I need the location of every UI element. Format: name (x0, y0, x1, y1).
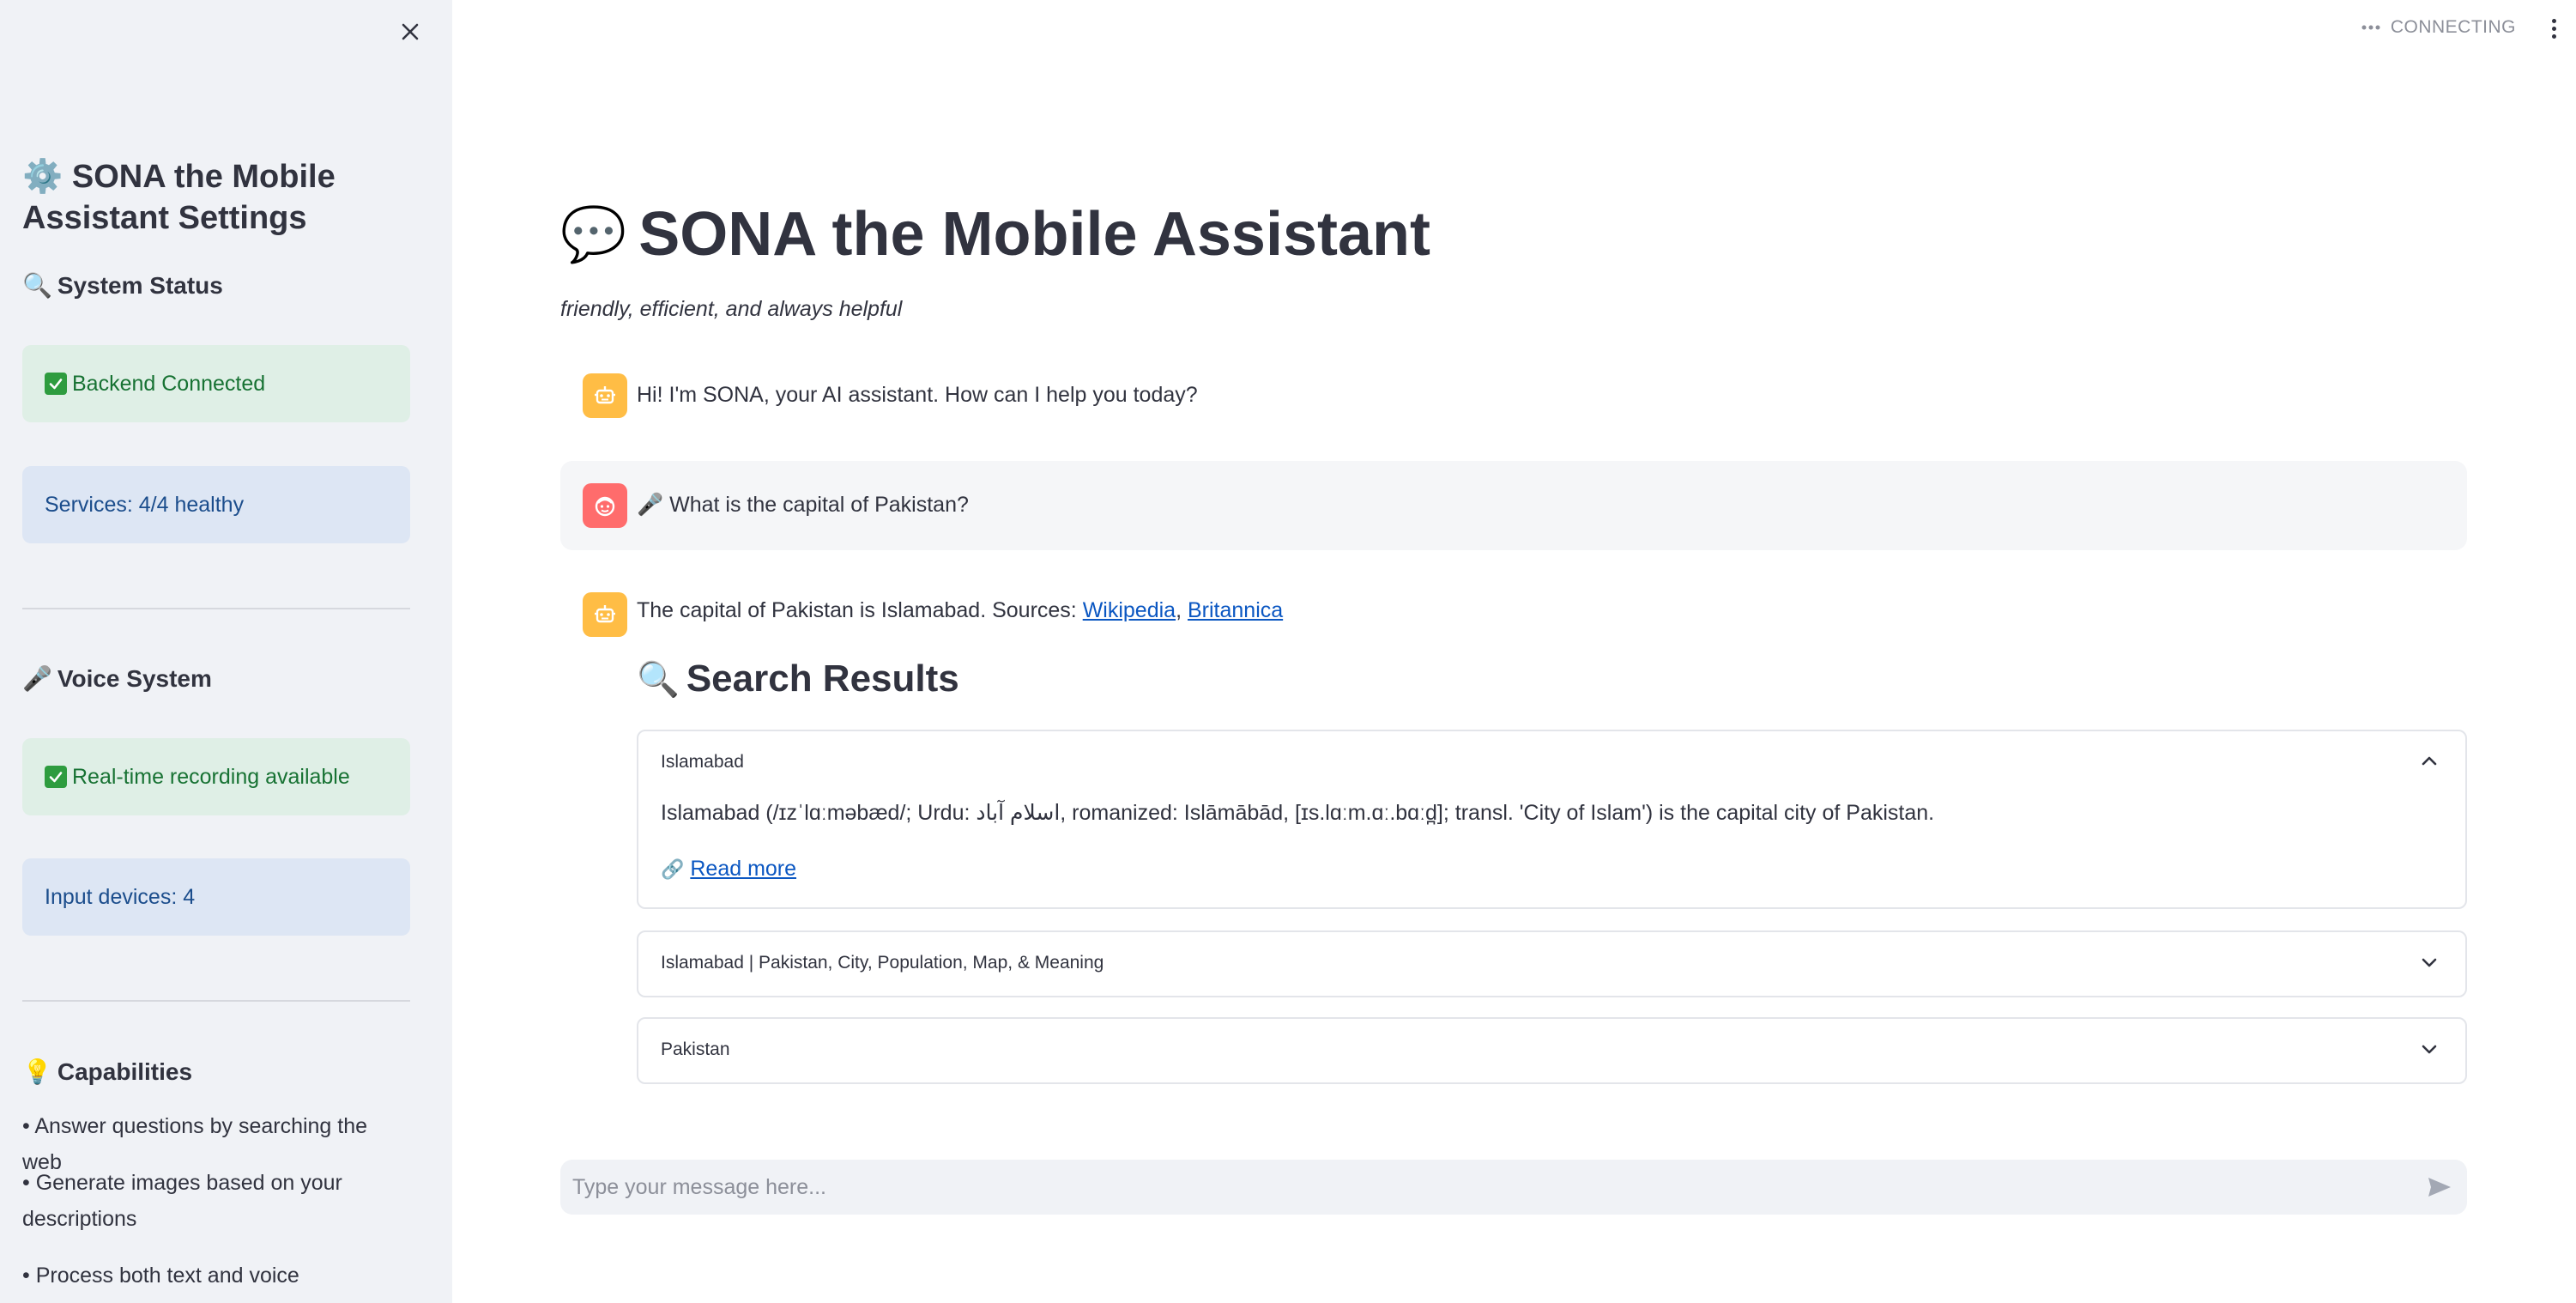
sidebar-title-text: SONA the Mobile Assistant Settings (22, 159, 336, 236)
search-results-heading-text: Search Results (686, 658, 959, 700)
chevron-down-icon[interactable] (2419, 1039, 2440, 1060)
assistant-avatar (583, 592, 627, 637)
search-result-expander[interactable]: Islamabad | Pakistan, City, Population, … (637, 930, 2467, 997)
search-result-expander: Islamabad Islamabad (/ɪzˈlɑːməbæd/; Urdu… (637, 730, 2467, 909)
ellipsis-icon (2361, 25, 2380, 30)
page-title: 💬 SONA the Mobile Assistant (560, 199, 1430, 270)
kebab-dot (2551, 26, 2556, 31)
sidebar-divider (22, 608, 410, 609)
speech-bubble-icon: 💬 (560, 204, 627, 264)
lightbulb-icon: 💡 (22, 1058, 52, 1085)
backend-status-alert: Backend Connected (22, 345, 410, 422)
system-status-heading-text: System Status (57, 271, 223, 299)
assistant-avatar (583, 373, 627, 418)
connection-status-text: CONNECTING (2390, 17, 2516, 37)
search-result-expander[interactable]: Pakistan (637, 1017, 2467, 1084)
voice-system-heading-text: Voice System (57, 664, 212, 692)
chevron-down-icon[interactable] (2419, 953, 2440, 973)
expander-header[interactable]: Pakistan (661, 1039, 730, 1060)
search-results-heading: 🔍 Search Results (637, 658, 959, 700)
capability-item: • Process both text and voice commands (22, 1264, 299, 1303)
page-title-text: SONA the Mobile Assistant (638, 200, 1430, 269)
read-more-row: 🔗 Read more (661, 857, 796, 882)
recording-status-alert: Real-time recording available (22, 738, 410, 815)
expander-header[interactable]: Islamabad (661, 752, 2394, 773)
input-devices-alert: Input devices: 4 (22, 858, 410, 936)
sidebar-title: ⚙️ SONA the Mobile Assistant Settings (22, 156, 410, 239)
link-icon: 🔗 (661, 858, 685, 880)
capability-item: • Generate images based on your descript… (22, 1171, 342, 1231)
close-icon (402, 23, 419, 40)
user-message: 🎤 What is the capital of Pakistan? (637, 493, 969, 518)
gear-icon: ⚙️ (22, 159, 63, 195)
services-status-text: Services: 4/4 healthy (45, 492, 245, 517)
send-icon (2428, 1178, 2451, 1197)
system-status-heading: 🔍 System Status (22, 271, 223, 300)
check-icon (45, 373, 67, 395)
read-more-link[interactable]: Read more (690, 857, 796, 881)
services-status-alert: Services: 4/4 healthy (22, 466, 410, 543)
robot-icon (595, 386, 615, 404)
assistant-answer: The capital of Pakistan is Islamabad. So… (637, 598, 1283, 623)
chevron-up-icon[interactable] (2419, 750, 2440, 771)
wikipedia-link[interactable]: Wikipedia (1083, 598, 1176, 622)
assistant-answer-text: The capital of Pakistan is Islamabad. So… (637, 598, 1083, 622)
user-message-text: What is the capital of Pakistan? (669, 493, 969, 517)
capabilities-heading: 💡 Capabilities (22, 1058, 192, 1086)
send-button[interactable] (2424, 1172, 2455, 1203)
robot-icon (595, 605, 615, 623)
search-result-snippet: Islamabad (/ɪzˈlɑːməbæd/; Urdu: اسلام آب… (661, 801, 1935, 825)
capabilities-heading-text: Capabilities (57, 1058, 193, 1085)
assistant-message: Hi! I'm SONA, your AI assistant. How can… (637, 383, 1198, 407)
input-devices-text: Input devices: 4 (45, 884, 196, 909)
magnifier-icon: 🔍 (22, 272, 52, 299)
recording-status-text: Real-time recording available (72, 764, 350, 789)
main-menu-button[interactable] (2545, 15, 2562, 41)
expander-header[interactable]: Islamabad | Pakistan, City, Population, … (661, 953, 1104, 973)
britannica-link[interactable]: Britannica (1188, 598, 1283, 622)
sidebar-divider (22, 1000, 410, 1002)
voice-system-heading: 🎤 Voice System (22, 664, 212, 693)
chat-input-container (560, 1160, 2467, 1215)
kebab-dot (2551, 33, 2556, 39)
magnifier-icon: 🔍 (637, 660, 680, 699)
sidebar: ⚙️ SONA the Mobile Assistant Settings 🔍 … (0, 0, 452, 1303)
microphone-icon: 🎤 (22, 665, 52, 692)
user-face-icon (595, 496, 615, 517)
check-icon (45, 766, 67, 788)
page-subtitle: friendly, efficient, and always helpful (560, 297, 903, 321)
user-avatar (583, 483, 627, 528)
kebab-dot (2551, 18, 2556, 23)
connection-status: CONNECTING (2361, 17, 2516, 38)
microphone-icon: 🎤 (637, 493, 664, 517)
link-separator: , (1176, 598, 1188, 622)
close-sidebar-button[interactable] (396, 17, 425, 46)
chat-input[interactable] (572, 1160, 2392, 1215)
backend-status-text: Backend Connected (72, 371, 266, 396)
